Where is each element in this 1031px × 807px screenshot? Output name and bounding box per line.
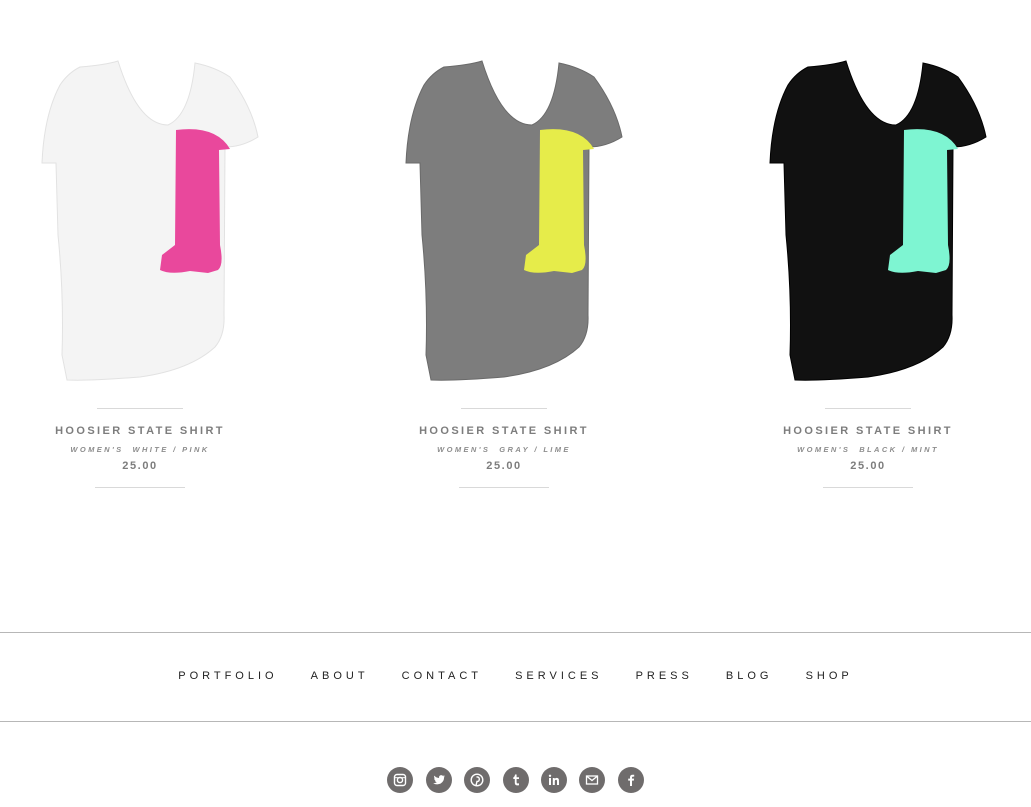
product-image[interactable] xyxy=(384,55,624,395)
nav-item-press[interactable]: PRESS xyxy=(636,670,693,682)
product-title[interactable]: HOOSIER STATE SHIRT xyxy=(738,425,998,437)
product-variant: WOMEN'S BLACK / MINT xyxy=(797,445,939,454)
instagram-icon[interactable] xyxy=(387,767,414,793)
product-grid: HOOSIER STATE SHIRT WOMEN'S WHITE / PINK… xyxy=(0,0,1031,520)
linkedin-icon[interactable] xyxy=(540,767,567,793)
product-image[interactable] xyxy=(20,55,260,395)
divider xyxy=(95,487,185,488)
footer-divider-bottom xyxy=(0,721,1031,722)
nav-item-services[interactable]: SERVICES xyxy=(515,670,602,682)
product-title[interactable]: HOOSIER STATE SHIRT xyxy=(10,425,270,437)
product-variant: WOMEN'S GRAY / LIME xyxy=(437,445,571,454)
divider xyxy=(825,408,911,409)
product-title[interactable]: HOOSIER STATE SHIRT xyxy=(374,425,634,437)
product-card[interactable]: HOOSIER STATE SHIRT WOMEN'S BLACK / MINT… xyxy=(738,55,998,488)
divider xyxy=(97,408,183,409)
footer-divider-top xyxy=(0,632,1031,633)
social-links xyxy=(0,767,1031,793)
nav-item-about[interactable]: ABOUT xyxy=(311,670,369,682)
email-icon[interactable] xyxy=(579,767,606,793)
product-image[interactable] xyxy=(748,55,988,395)
nav-item-shop[interactable]: SHOP xyxy=(806,670,853,682)
product-card[interactable]: HOOSIER STATE SHIRT WOMEN'S WHITE / PINK… xyxy=(10,55,270,488)
product-card[interactable]: HOOSIER STATE SHIRT WOMEN'S GRAY / LIME … xyxy=(374,55,634,488)
twitter-icon[interactable] xyxy=(425,767,452,793)
nav-item-contact[interactable]: CONTACT xyxy=(402,670,482,682)
shirt-body xyxy=(41,60,259,381)
product-price: 25.00 xyxy=(850,460,886,472)
product-variant: WOMEN'S WHITE / PINK xyxy=(70,445,210,454)
tumblr-icon[interactable] xyxy=(502,767,529,793)
shirt-body xyxy=(405,60,623,381)
divider xyxy=(823,487,913,488)
divider xyxy=(461,408,547,409)
shirt-body xyxy=(769,60,987,381)
product-price: 25.00 xyxy=(486,460,522,472)
nav-item-blog[interactable]: BLOG xyxy=(726,670,773,682)
product-price: 25.00 xyxy=(122,460,158,472)
facebook-icon[interactable] xyxy=(617,767,644,793)
divider xyxy=(459,487,549,488)
nav-item-portfolio[interactable]: PORTFOLIO xyxy=(178,670,277,682)
pinterest-icon[interactable] xyxy=(464,767,491,793)
footer-nav: PORTFOLIO ABOUT CONTACT SERVICES PRESS B… xyxy=(0,670,1031,682)
